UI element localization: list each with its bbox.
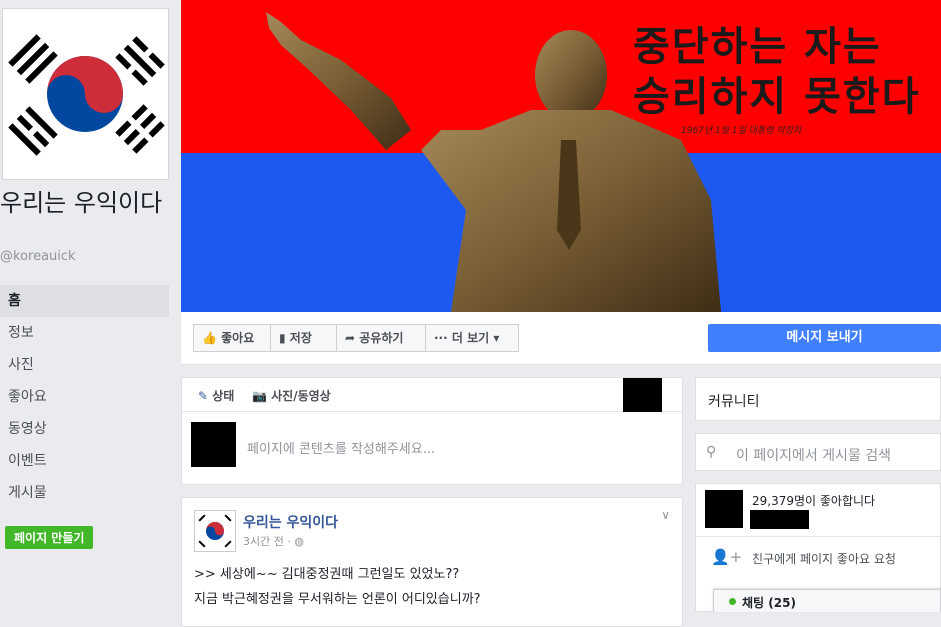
sidebar-item-events[interactable]: 이벤트 <box>0 445 169 477</box>
cover-slogan-line1: 중단하는 자는 <box>633 23 882 70</box>
globe-icon: ◍ <box>294 535 304 548</box>
feed-post: 우리는 우익이다 3시간 전 · ◍ ∨ >> 세상에~~ 김대중정권때 그런일… <box>181 497 683 627</box>
sidebar-item-posts[interactable]: 게시물 <box>0 477 169 509</box>
profile-picture[interactable] <box>2 8 169 180</box>
search-icon: ⚲ <box>706 444 717 460</box>
community-header: 커뮤니티 <box>695 377 941 421</box>
community-title: 커뮤니티 <box>708 394 760 410</box>
post-timestamp[interactable]: 3시간 전 · ◍ <box>243 533 304 549</box>
chevron-down-icon: ▾ <box>489 331 500 345</box>
sidebar-nav: 홈 정보 사진 좋아요 동영상 이벤트 게시물 <box>0 285 169 509</box>
composer-tabs: ✎ 상태 📷 사진/동영상 <box>182 378 682 412</box>
post-text-line: 지금 박근혜정권을 무서워하는 언론이 어디있습니까? <box>194 592 481 607</box>
chevron-down-icon[interactable]: ∨ <box>661 508 670 522</box>
pencil-icon: ✎ <box>198 389 213 403</box>
divider <box>696 536 940 537</box>
online-status-icon <box>729 598 736 605</box>
more-dots-icon: ··· <box>434 331 452 345</box>
sidebar-item-videos[interactable]: 동영상 <box>0 413 169 445</box>
share-arrow-icon: ➦ <box>345 331 360 345</box>
more-button[interactable]: ··· 더 보기 ▾ <box>425 324 519 352</box>
post-text-line: >> 세상에~~ 김대중정권때 그런일도 있었노?? <box>194 567 460 582</box>
send-message-button[interactable]: 메시지 보내기 <box>708 324 941 352</box>
composer-input[interactable]: 페이지에 콘텐츠를 작성해주세요... <box>247 438 435 457</box>
redacted-block <box>623 378 662 412</box>
post-composer: ✎ 상태 📷 사진/동영상 페이지에 콘텐츠를 작성해주세요... <box>181 377 683 485</box>
korean-flag-icon <box>3 9 168 179</box>
page-title[interactable]: 우리는 우익이다 <box>0 190 168 217</box>
cover-signature: 1967년 1월 1일 대통령 박정희 <box>681 126 802 136</box>
tab-photo-video[interactable]: 📷 사진/동영상 <box>252 387 331 404</box>
search-input[interactable]: ⚲ 이 페이지에서 게시물 검색 <box>695 433 941 471</box>
add-friend-icon: 👤+ <box>711 548 743 566</box>
sidebar-item-likes[interactable]: 좋아요 <box>0 381 169 413</box>
cover-slogan: 중단하는 자는 승리하지 못한다 <box>633 22 921 122</box>
likes-count[interactable]: 29,379명이 좋아합니다 <box>752 492 875 509</box>
avatar <box>705 490 743 528</box>
create-page-button[interactable]: 페이지 만들기 <box>5 526 94 549</box>
post-avatar[interactable] <box>194 510 236 552</box>
post-author[interactable]: 우리는 우익이다 <box>243 512 338 532</box>
sidebar-item-about[interactable]: 정보 <box>0 317 169 349</box>
tab-status[interactable]: ✎ 상태 <box>198 387 234 404</box>
chat-label: 채팅 (25) <box>742 596 796 610</box>
avatar <box>191 422 236 467</box>
redacted-block <box>750 510 809 529</box>
cover-slogan-line2: 승리하지 못한다 <box>633 73 921 120</box>
thumbs-up-icon: 👍 <box>202 331 222 345</box>
korean-flag-icon <box>198 514 232 548</box>
like-button[interactable]: 👍 좋아요 <box>193 324 271 352</box>
cover-photo[interactable]: 중단하는 자는 승리하지 못한다 1967년 1월 1일 대통령 박정희 <box>181 0 941 312</box>
sidebar-item-photos[interactable]: 사진 <box>0 349 169 381</box>
sidebar-item-home[interactable]: 홈 <box>0 285 169 317</box>
camera-icon: 📷 <box>252 389 272 403</box>
page-action-bar: 👍 좋아요 ▮ 저장 ➦ 공유하기 ··· 더 보기 ▾ 메시지 보내기 <box>181 312 941 365</box>
page-handle[interactable]: @koreauick <box>0 249 76 264</box>
chat-bar[interactable]: 채팅 (25) <box>713 589 941 612</box>
invite-friends-link[interactable]: 친구에게 페이지 좋아요 요청 <box>752 550 896 567</box>
bookmark-icon: ▮ <box>279 331 290 345</box>
search-placeholder: 이 페이지에서 게시물 검색 <box>736 448 892 464</box>
share-button[interactable]: ➦ 공유하기 <box>336 324 426 352</box>
save-button[interactable]: ▮ 저장 <box>270 324 337 352</box>
left-column: 우리는 우익이다 @koreauick 홈 정보 사진 좋아요 동영상 이벤트 … <box>0 0 170 612</box>
